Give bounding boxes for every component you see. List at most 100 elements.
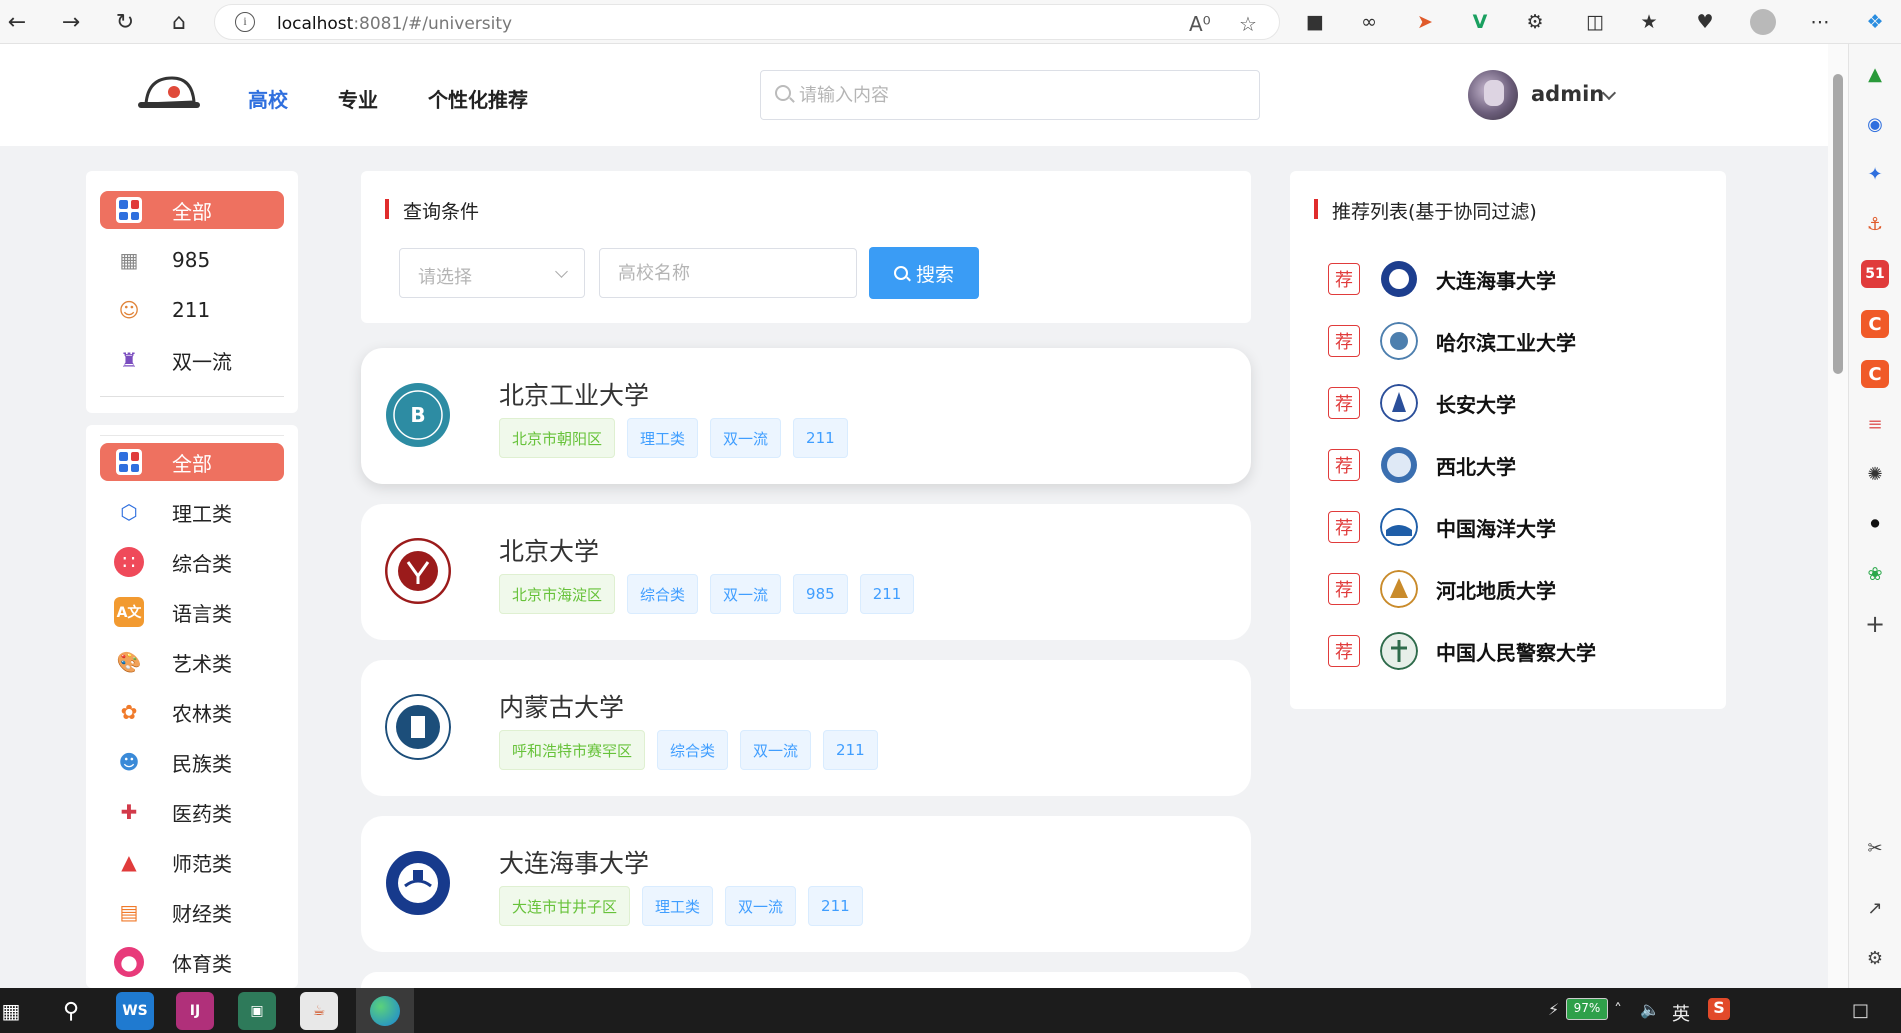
open-external-icon[interactable]: ↗ [1861,894,1889,922]
tag-level[interactable]: 985 [793,574,848,614]
nav-university[interactable]: 高校 [248,84,288,113]
tag-level[interactable]: 双一流 [725,886,797,926]
windows-start-icon[interactable]: ▦ [0,992,30,1030]
category-item-ethnic[interactable]: ☻ 民族类 [100,743,284,781]
level-item-all[interactable]: 全部 [100,191,284,229]
search-circle-icon[interactable]: ◉ [1861,110,1889,138]
tag-level[interactable]: 211 [823,730,878,770]
university-name-input[interactable] [599,248,857,298]
logo-cap-icon[interactable] [136,72,202,112]
search-button[interactable]: 搜索 [869,247,979,299]
ship-icon[interactable]: ⚓ [1861,210,1889,238]
app-51-icon[interactable]: 51 [1861,260,1889,288]
more-menu-icon[interactable]: ⋯ [1805,8,1835,36]
category-item-comprehensive[interactable]: ∷ 综合类 [100,543,284,581]
category-item-sports[interactable]: ● 体育类 [100,943,284,981]
category-item-science[interactable]: ⬡ 理工类 [100,493,284,531]
forward-icon[interactable]: → [54,6,88,38]
lines-icon[interactable]: ≡ [1861,410,1889,438]
sogou-ime-icon[interactable]: S [1708,998,1730,1020]
tag-location[interactable]: 北京市朝阳区 [499,418,616,458]
site-info-icon[interactable]: i [235,12,255,32]
notification-icon[interactable]: □ [1852,1000,1869,1021]
extension-swift-icon[interactable]: ➤ [1410,8,1440,36]
university-card[interactable]: 内蒙古大学 呼和浩特市赛罕区 综合类 双一流 211 [361,660,1251,796]
screenshot-icon[interactable]: ✂ [1861,834,1889,862]
level-item-double-first-class[interactable]: ♜ 双一流 [100,341,284,379]
tag-level[interactable]: 双一流 [710,418,782,458]
header-search-input[interactable] [799,81,1239,109]
recommend-item[interactable]: 荐 河北地质大学 [1328,567,1556,611]
university-card[interactable]: 大连海事大学 大连市甘井子区 理工类 双一流 211 [361,816,1251,952]
back-icon[interactable]: ← [0,6,34,38]
read-aloud-icon[interactable]: A⁰ [1189,12,1211,36]
nav-major[interactable]: 专业 [338,84,378,113]
tag-level[interactable]: 211 [859,574,915,614]
category-item-normal[interactable]: ▲ 师范类 [100,843,284,881]
level-select[interactable]: 请选择 [399,248,585,298]
search-icon[interactable]: ⚲ [52,992,90,1030]
user-name[interactable]: admin [1531,82,1604,106]
tag-level[interactable]: 双一流 [710,574,782,614]
category-item-finance[interactable]: ▤ 财经类 [100,893,284,931]
tree-icon[interactable]: ▲ [1861,60,1889,88]
recommend-item[interactable]: 荐 哈尔滨工业大学 [1328,319,1576,363]
level-item-211[interactable]: ☺ 211 [100,291,284,329]
add-icon[interactable]: + [1861,610,1889,638]
university-name[interactable]: 大连海事大学 [499,844,649,880]
university-card[interactable]: B 北京工业大学 北京市朝阳区 理工类 双一流 211 [361,348,1251,484]
avatar[interactable] [1468,70,1518,120]
university-name[interactable]: 内蒙古大学 [499,688,624,724]
url-text[interactable]: localhost:8081/#/university [277,14,512,34]
ime-indicator[interactable]: 英 [1672,1000,1690,1026]
github-icon[interactable]: ⚫ [1861,510,1889,538]
tag-level[interactable]: 双一流 [740,730,812,770]
category-item-all[interactable]: 全部 [100,443,284,481]
address-bar[interactable]: i localhost:8081/#/university A⁰ ☆ [214,4,1280,40]
recommend-item[interactable]: 荐 大连海事大学 [1328,257,1556,301]
intellij-icon[interactable]: IJ [176,992,214,1030]
recommend-item[interactable]: 荐 中国海洋大学 [1328,505,1556,549]
extension-infinity-icon[interactable]: ∞ [1354,8,1384,36]
home-icon[interactable]: ⌂ [162,6,196,38]
compass-icon[interactable]: ✦ [1861,160,1889,188]
recommend-item[interactable]: 荐 长安大学 [1328,381,1516,425]
power-plug-icon[interactable]: ⚡ [1548,1000,1559,1019]
app-c-icon[interactable]: C [1861,310,1889,338]
spider-icon[interactable]: ✺ [1861,460,1889,488]
battery-indicator[interactable]: 97% [1566,998,1608,1020]
tag-category[interactable]: 综合类 [657,730,729,770]
scrollbar-thumb[interactable] [1833,74,1843,374]
university-card[interactable]: 北京大学 北京市海淀区 综合类 双一流 985 211 [361,504,1251,640]
tag-level[interactable]: 211 [808,886,863,926]
category-item-language[interactable]: A文 语言类 [100,593,284,631]
university-name[interactable]: 北京工业大学 [499,376,649,412]
app-c-icon[interactable]: C [1861,360,1889,388]
extension-game-icon[interactable]: ■ [1300,8,1330,36]
tag-location[interactable]: 呼和浩特市赛罕区 [499,730,646,770]
settings-gear-icon[interactable]: ⚙ [1861,944,1889,972]
profile-icon[interactable] [1748,8,1778,36]
university-card[interactable] [361,972,1251,988]
category-item-medicine[interactable]: ✚ 医药类 [100,793,284,831]
webstorm-icon[interactable]: WS [116,992,154,1030]
tag-category[interactable]: 综合类 [627,574,699,614]
level-item-985[interactable]: ▦ 985 [100,241,284,279]
category-item-agriculture[interactable]: ✿ 农林类 [100,693,284,731]
extensions-puzzle-icon[interactable]: ⚙ [1520,8,1550,36]
leaf-icon[interactable]: ❀ [1861,560,1889,588]
refresh-icon[interactable]: ↻ [108,6,142,38]
chevron-up-icon[interactable]: ˄ [1614,1000,1622,1019]
category-item-art[interactable]: 🎨 艺术类 [100,643,284,681]
edge-browser-icon[interactable] [356,988,414,1033]
tag-category[interactable]: 理工类 [627,418,699,458]
volume-icon[interactable]: 🔈 [1640,1000,1660,1019]
tag-location[interactable]: 北京市海淀区 [499,574,616,614]
nav-recommend[interactable]: 个性化推荐 [428,84,528,113]
recommend-item[interactable]: 荐 中国人民警察大学 [1328,629,1596,673]
favorite-star-icon[interactable]: ☆ [1239,12,1257,36]
extension-vue-icon[interactable]: V [1465,8,1495,36]
page-scrollbar[interactable] [1828,44,1848,988]
university-name[interactable]: 北京大学 [499,532,599,568]
tag-location[interactable]: 大连市甘井子区 [499,886,631,926]
